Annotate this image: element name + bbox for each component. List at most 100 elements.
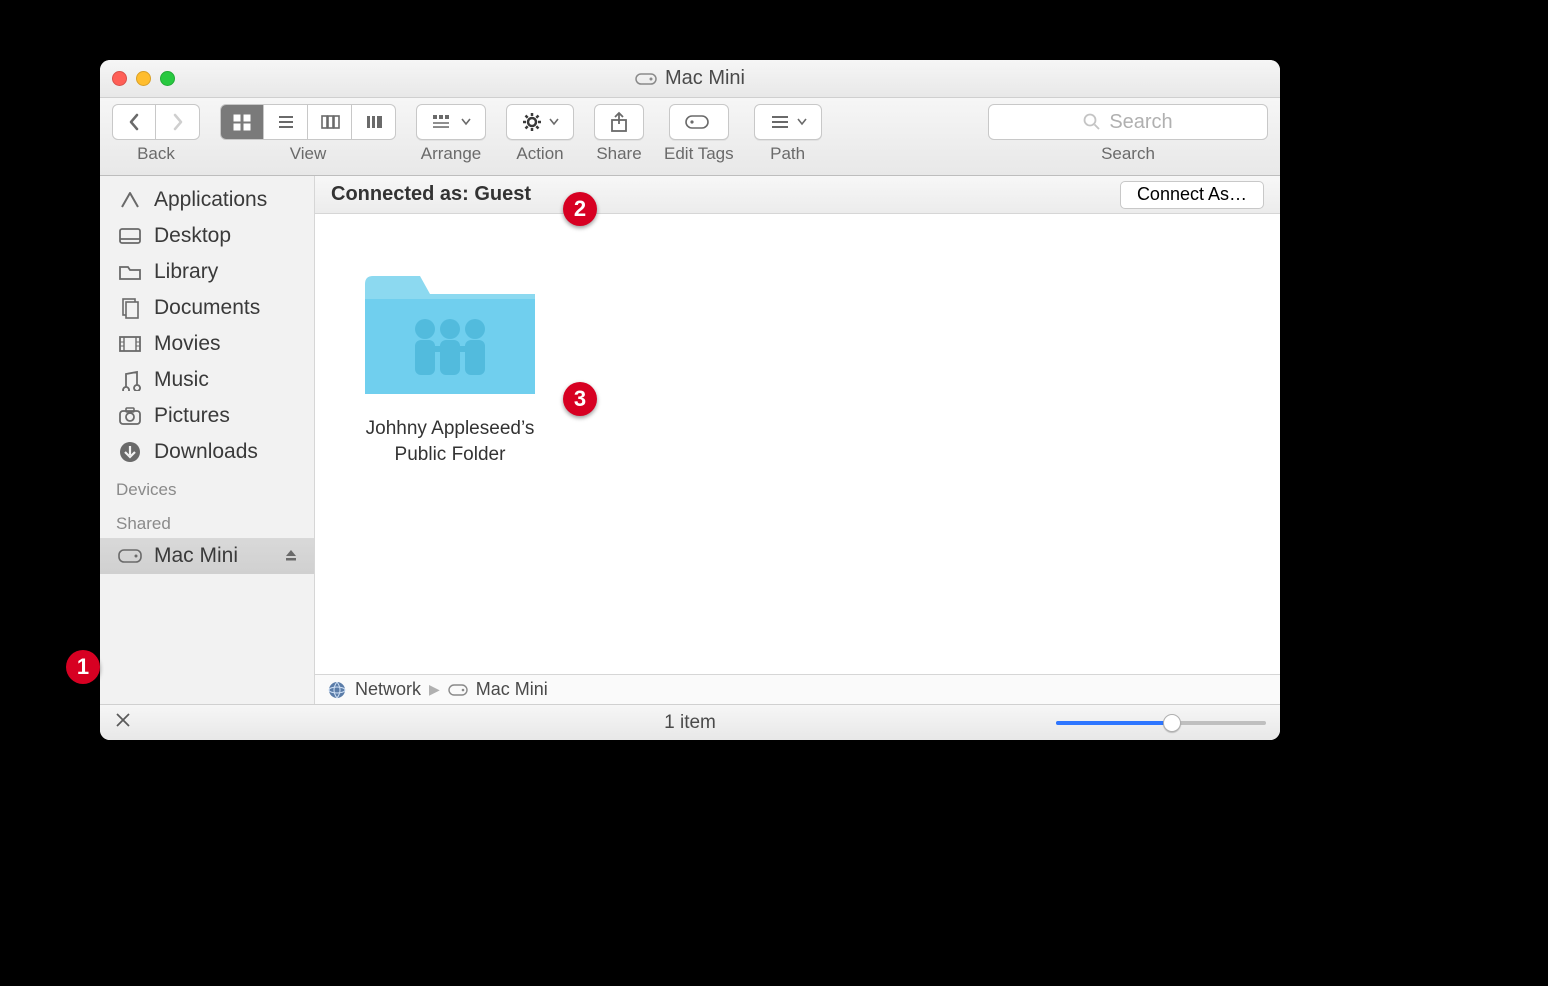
camera-icon [116,406,144,426]
server-icon [635,73,657,85]
sidebar-label: Applications [154,188,267,212]
callout-1: 1 [66,650,100,684]
callout-2: 2 [563,192,597,226]
share-group: Share [594,104,644,164]
sidebar-item-music[interactable]: Music [100,362,314,398]
item-count: 1 item [664,712,716,734]
folder-name: Johhny Appleseed’s Public Folder [345,416,555,467]
public-folder-item[interactable]: Johhny Appleseed’s Public Folder [345,254,555,467]
sidebar-label: Mac Mini [154,544,238,568]
columns-icon [320,113,340,131]
sidebar-item-pictures[interactable]: Pictures [100,398,314,434]
path-group: Path [754,104,822,164]
applications-icon [116,189,144,211]
search-placeholder: Search [1109,111,1172,134]
column-view-button[interactable] [308,104,352,140]
action-label: Action [516,144,563,164]
tag-icon [684,113,714,131]
icon-size-slider[interactable] [1056,713,1266,733]
arrange-button[interactable] [416,104,486,140]
desktop-icon [116,226,144,246]
back-button[interactable] [112,104,156,140]
sidebar-label: Downloads [154,440,258,464]
gear-icon [521,112,543,132]
server-icon [116,549,144,563]
search-label: Search [1101,144,1155,164]
sidebar-devices-header: Devices [100,470,314,504]
tags-group: Edit Tags [664,104,734,164]
connection-status: Connected as: Guest [331,183,531,206]
coverflow-view-button[interactable] [352,104,396,140]
chevron-down-icon [797,118,807,126]
path-button[interactable] [754,104,822,140]
network-icon [327,680,347,700]
forward-button[interactable] [156,104,200,140]
icon-view-button[interactable] [220,104,264,140]
search-input[interactable]: Search [988,104,1268,140]
share-label: Share [596,144,641,164]
downloads-icon [116,440,144,464]
tags-label: Edit Tags [664,144,734,164]
path-leaf[interactable]: Mac Mini [476,679,548,700]
list-view-button[interactable] [264,104,308,140]
folder-icon [116,262,144,282]
share-icon [609,111,629,133]
view-group: View [220,104,396,164]
share-button[interactable] [594,104,644,140]
window-controls [112,71,175,86]
main-pane: Connected as: Guest Connect As… [315,176,1280,704]
sidebar-item-movies[interactable]: Movies [100,326,314,362]
path-root[interactable]: Network [355,679,421,700]
sidebar-label: Desktop [154,224,231,248]
path-bar: Network ▶ Mac Mini [315,674,1280,704]
grid-icon [232,113,252,131]
sidebar-item-mac-mini[interactable]: Mac Mini [100,538,314,574]
sidebar-item-library[interactable]: Library [100,254,314,290]
sidebar-item-desktop[interactable]: Desktop [100,218,314,254]
documents-icon [116,297,144,319]
sidebar-label: Pictures [154,404,230,428]
sidebar-item-downloads[interactable]: Downloads [100,434,314,470]
zoom-window-button[interactable] [160,71,175,86]
music-icon [116,369,144,391]
toolbar: Back View [100,98,1280,176]
search-icon [1083,113,1101,131]
search-group: Search Search [988,104,1268,164]
chevron-down-icon [461,118,471,126]
sidebar-label: Library [154,260,218,284]
sidebar-label: Music [154,368,209,392]
movies-icon [116,334,144,354]
sidebar: Applications Desktop Library Documents M… [100,176,315,704]
list-icon [276,113,296,131]
minimize-window-button[interactable] [136,71,151,86]
arrange-icon [431,113,455,131]
connect-as-button[interactable]: Connect As… [1120,181,1264,209]
sidebar-item-applications[interactable]: Applications [100,182,314,218]
back-forward-group: Back [112,104,200,164]
arrange-label: Arrange [421,144,481,164]
window-title: Mac Mini [100,67,1280,90]
chevron-right-icon [171,113,185,131]
back-label: Back [137,144,175,164]
eject-icon[interactable] [284,544,298,568]
connection-bar: Connected as: Guest Connect As… [315,176,1280,214]
close-window-button[interactable] [112,71,127,86]
chevron-left-icon [127,113,141,131]
path-icon [769,113,791,131]
window-body: Applications Desktop Library Documents M… [100,176,1280,704]
view-label: View [290,144,327,164]
sidebar-shared-header: Shared [100,504,314,538]
server-icon [448,684,468,696]
sidebar-item-documents[interactable]: Documents [100,290,314,326]
status-action-icon[interactable] [114,711,132,735]
coverflow-icon [364,113,384,131]
content-area[interactable]: Johhny Appleseed’s Public Folder [315,214,1280,674]
chevron-down-icon [549,118,559,126]
finder-window: Mac Mini Back [100,60,1280,740]
title-bar: Mac Mini [100,60,1280,98]
window-title-text: Mac Mini [665,67,745,90]
action-button[interactable] [506,104,574,140]
sidebar-label: Movies [154,332,221,356]
sidebar-label: Documents [154,296,260,320]
edit-tags-button[interactable] [669,104,729,140]
